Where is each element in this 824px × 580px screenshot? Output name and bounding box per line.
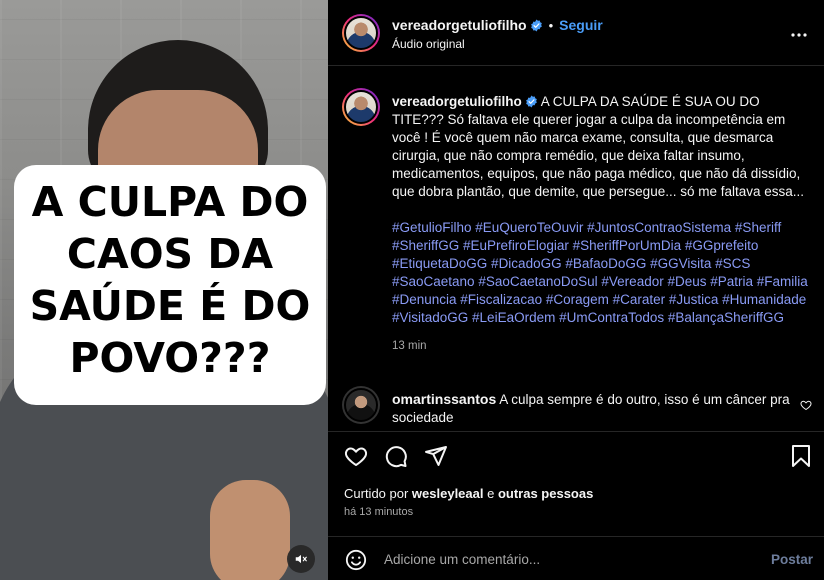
- likes-user-link[interactable]: wesleyleaal: [412, 486, 484, 501]
- comments-section[interactable]: vereadorgetuliofilho A CULPA DA SAÚDE É …: [328, 66, 824, 432]
- post-timestamp[interactable]: há 13 minutos: [344, 506, 413, 518]
- audio-label[interactable]: Áudio original: [392, 37, 465, 51]
- emoji-icon[interactable]: [345, 549, 367, 571]
- caption-text: A CULPA DA SAÚDE É SUA OU DO TITE??? Só …: [392, 94, 805, 199]
- comment-username[interactable]: omartinssantos: [392, 391, 496, 407]
- caption-hashtags[interactable]: #GetulioFilho #EuQueroTeOuvir #JuntosCon…: [392, 219, 812, 327]
- verified-badge-icon: [530, 19, 542, 31]
- save-bookmark-icon[interactable]: [790, 444, 812, 468]
- post-details-panel: vereadorgetuliofilho • Seguir Áudio orig…: [328, 0, 824, 580]
- verified-badge-icon: [525, 95, 537, 108]
- media-person-hand: [210, 480, 290, 580]
- post-caption: vereadorgetuliofilho A CULPA DA SAÚDE É …: [392, 93, 812, 355]
- speaker-muted-icon: [295, 554, 307, 564]
- comment-input[interactable]: [384, 548, 744, 570]
- separator-dot: •: [548, 17, 554, 33]
- more-options-button[interactable]: [790, 22, 808, 42]
- post-media[interactable]: A CULPA DO CAOS DA SAÚDE É DO POVO???: [0, 0, 328, 580]
- post-actions-bar: [328, 432, 824, 482]
- comment-composer: Postar: [328, 536, 824, 580]
- likes-middle: e: [483, 486, 498, 501]
- mute-toggle-button[interactable]: [287, 545, 315, 573]
- like-icon[interactable]: [344, 444, 368, 468]
- post-comment-button[interactable]: Postar: [771, 552, 813, 567]
- comment-like-icon[interactable]: [800, 399, 812, 411]
- likes-summary: Curtido por wesleyleaal e outras pessoas: [344, 486, 593, 501]
- overlay-caption-text: A CULPA DO CAOS DA SAÚDE É DO POVO???: [29, 178, 311, 382]
- caption-author-avatar[interactable]: [342, 88, 380, 126]
- comment-icon[interactable]: [384, 444, 408, 468]
- likes-others-link[interactable]: outras pessoas: [498, 486, 593, 501]
- commenter-avatar[interactable]: [342, 386, 380, 424]
- post-header: vereadorgetuliofilho • Seguir Áudio orig…: [328, 0, 824, 66]
- caption-time: 13 min: [392, 340, 427, 352]
- likes-prefix: Curtido por: [344, 486, 412, 501]
- more-options-icon: [791, 33, 807, 37]
- comment-item: omartinssantos A culpa sempre é do outro…: [392, 390, 792, 427]
- follow-button[interactable]: Seguir: [559, 17, 603, 33]
- author-username[interactable]: vereadorgetuliofilho: [392, 17, 527, 33]
- caption-username[interactable]: vereadorgetuliofilho: [392, 94, 522, 109]
- author-avatar[interactable]: [342, 14, 380, 52]
- share-icon[interactable]: [424, 444, 448, 468]
